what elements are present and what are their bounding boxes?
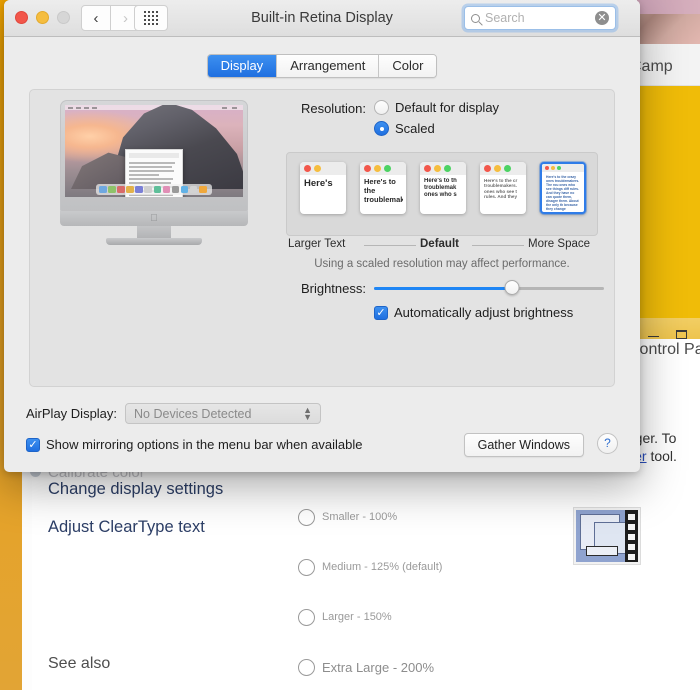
resolution-thumb-2[interactable]: Here's to the troublemak (360, 162, 406, 214)
display-preview-icon (573, 507, 641, 565)
tab-bar: Display Arrangement Color (4, 54, 640, 78)
mirroring-row[interactable]: ✓ Show mirroring options in the menu bar… (26, 437, 363, 452)
auto-brightness-checkbox[interactable]: ✓ (374, 305, 388, 320)
scale-label-larger-text: Larger Text (288, 238, 346, 250)
desktop-photo-sky (637, 0, 700, 14)
clear-search-icon[interactable]: ✕ (595, 11, 609, 25)
help-button[interactable]: ? (597, 433, 618, 454)
radio-row-larger[interactable]: Larger - 150% (298, 592, 618, 642)
body-text-line-2-rest: tool. (646, 448, 677, 464)
mac-displays-window: ‹ › Built-in Retina Display Search ✕ Dis… (4, 0, 640, 472)
display-settings-panel:  Resolution: Default for display (29, 89, 615, 387)
radio-medium[interactable] (298, 558, 315, 576)
airplay-label: AirPlay Display: (26, 406, 118, 421)
radio-label-medium: Medium - 125% (default) (322, 561, 443, 573)
search-icon (471, 13, 480, 23)
scale-label-default: Default (420, 238, 459, 250)
radio-scaled[interactable] (374, 121, 389, 136)
radio-label-extra-large: Extra Large - 200% (322, 659, 435, 675)
radio-row-medium[interactable]: Medium - 125% (default) (298, 542, 618, 592)
brightness-label: Brightness: (300, 280, 366, 296)
scale-label-more-space: More Space (528, 238, 591, 250)
see-also-heading: See also (48, 655, 111, 672)
tab-display[interactable]: Display (207, 55, 278, 77)
brightness-section: Brightness: (286, 280, 608, 296)
resolution-thumb-1-text: Here's (304, 178, 333, 189)
resolution-thumb-3-text: Here's to th troublemak ones who s (424, 178, 457, 199)
resolution-thumb-5[interactable]: Here's to the crazy ones troublemakers. … (540, 162, 586, 214)
window-minimize-button[interactable] (648, 330, 659, 337)
resolution-thumb-2-text: Here's to the troublemak (364, 178, 403, 204)
search-field[interactable]: Search ✕ (464, 6, 616, 30)
scaled-resolution-hint: Using a scaled resolution may affect per… (314, 258, 570, 270)
resolution-thumb-5-text: Here's to the crazy ones troublemakers. … (546, 175, 580, 212)
airplay-dropdown[interactable]: No Devices Detected ▲ ▼ (125, 403, 322, 424)
radio-label-scaled: Scaled (395, 121, 435, 136)
tab-arrangement[interactable]: Arrangement (277, 55, 380, 77)
auto-brightness-label: Automatically adjust brightness (394, 305, 574, 320)
scale-radio-group: Smaller - 100% Medium - 125% (default) L… (298, 492, 618, 690)
radio-row-extra-large[interactable]: Extra Large - 200% (298, 642, 618, 690)
resolution-thumb-1[interactable]: Here's (300, 162, 346, 214)
radio-label-default-for-display: Default for display (395, 100, 500, 115)
radio-row-smaller[interactable]: Smaller - 100% (298, 492, 618, 542)
radio-label-larger: Larger - 150% (322, 611, 392, 623)
resolution-thumb-4[interactable]: Here's to the cr troublemakers. ones who… (480, 162, 526, 214)
radio-extra-large[interactable] (298, 658, 315, 676)
window-maximize-button[interactable] (676, 330, 687, 339)
link-change-display-settings[interactable]: Change display settings (48, 480, 223, 499)
radio-smaller[interactable] (298, 508, 315, 526)
brightness-slider-thumb[interactable] (504, 280, 520, 295)
chevron-updown-icon: ▲ ▼ (303, 404, 313, 422)
radio-default-for-display[interactable] (374, 100, 389, 115)
mirroring-checkbox[interactable]: ✓ (26, 437, 40, 452)
link-adjust-cleartype-text[interactable]: Adjust ClearType text (48, 518, 223, 537)
resolution-thumb-3[interactable]: Here's to th troublemak ones who s (420, 162, 466, 214)
resolution-option-default[interactable]: Default for display (374, 100, 499, 115)
control-panel-task-links: Change display settings Adjust ClearType… (48, 480, 223, 556)
scaled-resolution-chooser: Here's Here's to the troublemak Here's t… (286, 152, 598, 236)
gather-windows-button[interactable]: Gather Windows (463, 433, 584, 457)
mirroring-label: Show mirroring options in the menu bar w… (46, 437, 363, 452)
imac-preview:  (48, 98, 260, 248)
screen-root: Camp Control Pa rger. To ifier tool. Cal… (0, 0, 700, 690)
airplay-selected-value: No Devices Detected (134, 406, 252, 421)
tab-color[interactable]: Color (379, 55, 437, 77)
resolution-label: Resolution: (300, 101, 366, 116)
auto-brightness-row[interactable]: ✓ Automatically adjust brightness (374, 305, 573, 320)
apple-logo-icon:  (150, 213, 158, 224)
brightness-slider[interactable] (374, 280, 604, 296)
radio-larger[interactable] (298, 608, 315, 626)
mac-titlebar[interactable]: ‹ › Built-in Retina Display Search ✕ (4, 0, 640, 37)
search-input[interactable]: Search (485, 11, 595, 25)
preview-dock (96, 184, 212, 195)
airplay-row: AirPlay Display: No Devices Detected ▲ ▼ (26, 403, 322, 424)
scale-range-labels: Larger Text Default More Space (286, 238, 598, 254)
resolution-thumb-4-text: Here's to the cr troublemakers. ones who… (484, 178, 518, 200)
resolution-section: Resolution: Default for display Scaled H… (286, 100, 608, 320)
radio-label-smaller: Smaller - 100% (322, 511, 398, 523)
resolution-option-scaled[interactable]: Scaled (374, 121, 499, 136)
